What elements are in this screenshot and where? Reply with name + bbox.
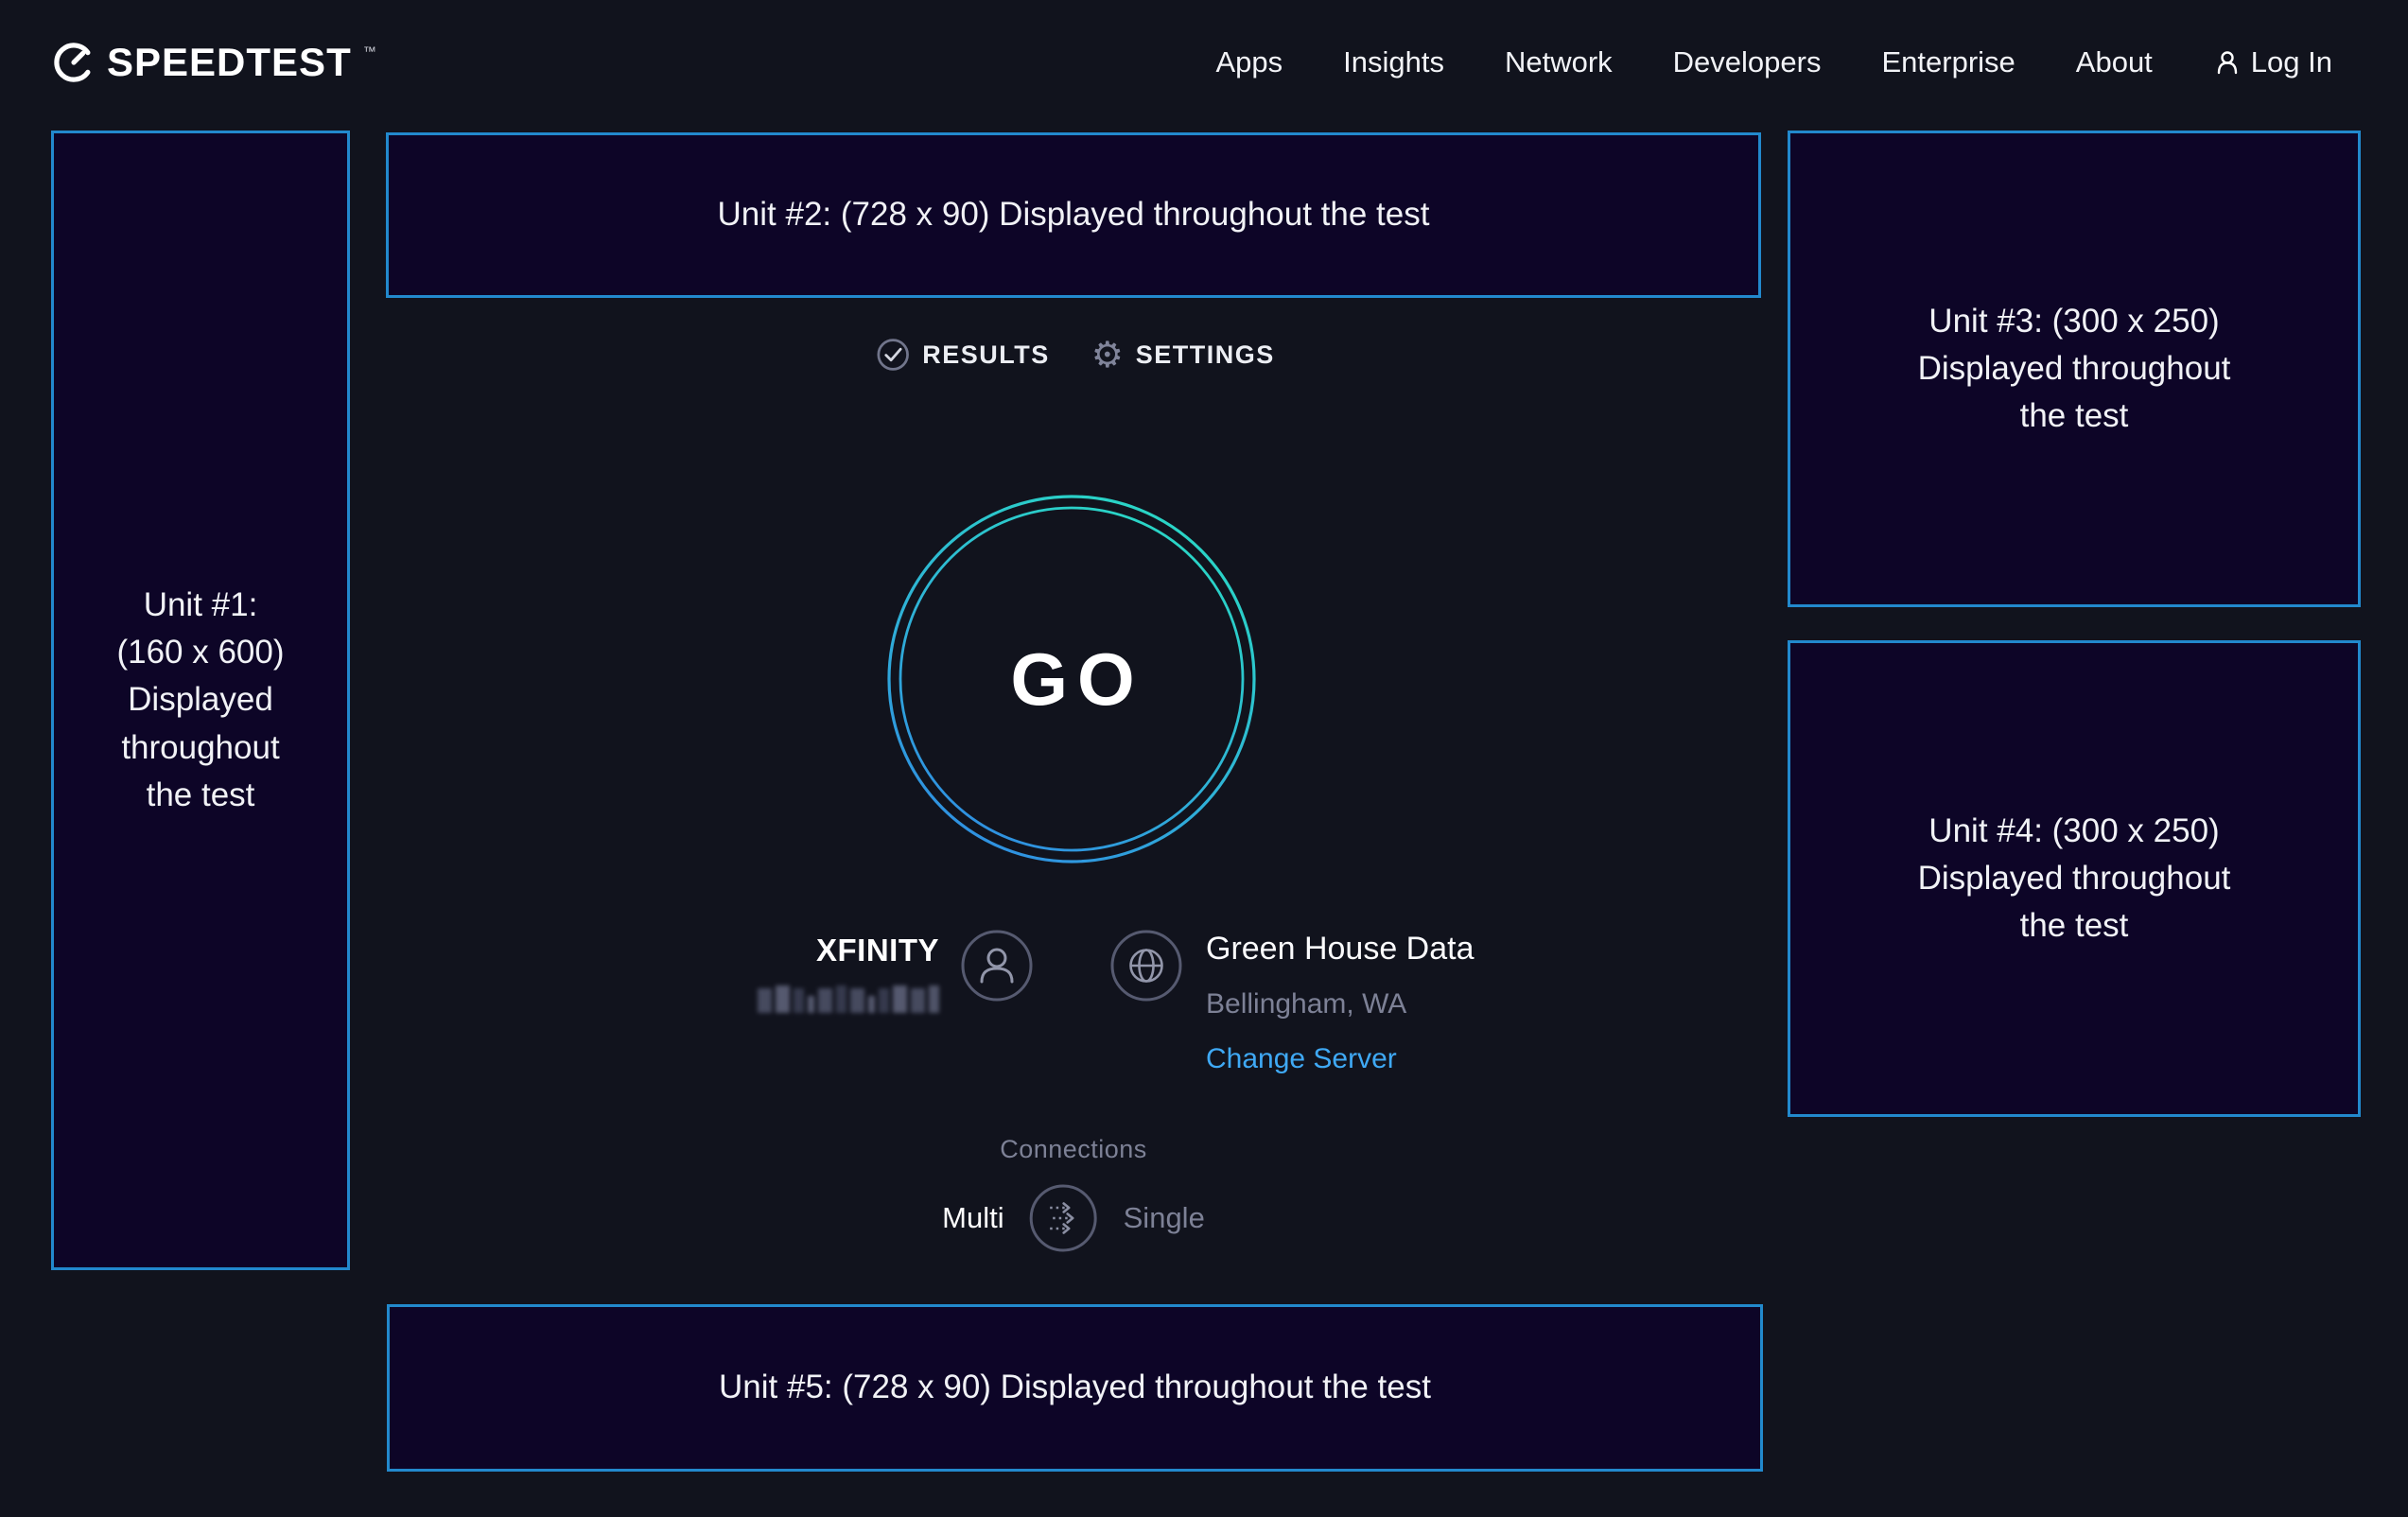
ad-unit-4-text: Unit #4: (300 x 250) Displayed throughou… — [1918, 808, 2231, 950]
gear-icon: ⚙ — [1091, 337, 1124, 373]
logo-text: SPEEDTEST — [107, 42, 352, 83]
connections-title: Connections — [1000, 1135, 1147, 1164]
nav-developers[interactable]: Developers — [1673, 45, 1822, 79]
server-location: Bellingham, WA — [1206, 988, 1474, 1020]
login-link[interactable]: Log In — [2213, 45, 2332, 79]
logo[interactable]: SPEEDTEST ™ — [52, 42, 376, 83]
isp-name: XFINITY — [816, 933, 939, 968]
tab-results-label: RESULTS — [922, 340, 1050, 370]
ad-unit-1-text: Unit #1: (160 x 600) Displayed throughou… — [116, 582, 284, 818]
login-label: Log In — [2251, 45, 2332, 79]
ad-unit-3-text: Unit #3: (300 x 250) Displayed throughou… — [1918, 298, 2231, 440]
globe-icon[interactable] — [1109, 929, 1183, 1003]
tab-settings-label: SETTINGS — [1136, 340, 1275, 370]
nav-insights[interactable]: Insights — [1343, 45, 1444, 79]
change-server-link[interactable]: Change Server — [1206, 1043, 1474, 1075]
tab-results[interactable]: RESULTS — [876, 338, 1050, 372]
speedometer-icon — [52, 42, 96, 83]
go-button-label: GO — [882, 490, 1261, 868]
connections-single-label[interactable]: Single — [1124, 1201, 1205, 1235]
speedtest-page: SPEEDTEST ™ Apps Insights Network Develo… — [0, 0, 2408, 1517]
check-circle-icon — [876, 338, 910, 372]
server-block: Green House Data Bellingham, WA Change S… — [1109, 929, 1474, 1075]
tab-settings[interactable]: ⚙ SETTINGS — [1091, 337, 1275, 373]
ad-unit-5-leaderboard: Unit #5: (728 x 90) Displayed throughout… — [387, 1304, 1763, 1472]
ad-unit-4-rectangle: Unit #4: (300 x 250) Displayed throughou… — [1788, 640, 2361, 1117]
nav-about[interactable]: About — [2076, 45, 2153, 79]
nav-enterprise[interactable]: Enterprise — [1881, 45, 2015, 79]
ad-unit-3-rectangle: Unit #3: (300 x 250) Displayed throughou… — [1788, 131, 2361, 607]
connections-block: Connections Multi Single — [942, 1135, 1205, 1253]
ad-unit-1-skyscraper: Unit #1: (160 x 600) Displayed throughou… — [51, 131, 350, 1270]
ad-unit-2-leaderboard: Unit #2: (728 x 90) Displayed throughout… — [386, 132, 1761, 298]
person-icon — [2213, 48, 2242, 77]
ad-unit-5-text: Unit #5: (728 x 90) Displayed throughout… — [719, 1364, 1431, 1411]
nav-network[interactable]: Network — [1505, 45, 1613, 79]
isp-block: XFINITY — [758, 929, 1034, 1013]
ad-unit-2-text: Unit #2: (728 x 90) Displayed throughout… — [718, 191, 1430, 238]
multi-connection-icon[interactable] — [1029, 1183, 1099, 1253]
ip-address-redacted — [758, 985, 939, 1013]
tab-bar: RESULTS ⚙ SETTINGS — [876, 337, 1275, 373]
server-name: Green House Data — [1206, 931, 1474, 968]
logo-trademark: ™ — [363, 44, 376, 59]
header: SPEEDTEST ™ Apps Insights Network Develo… — [0, 0, 2408, 125]
person-icon[interactable] — [960, 929, 1034, 1003]
connections-multi-label[interactable]: Multi — [942, 1201, 1003, 1235]
main-nav: Apps Insights Network Developers Enterpr… — [1215, 45, 2332, 79]
go-button[interactable]: GO — [882, 490, 1261, 868]
nav-apps[interactable]: Apps — [1215, 45, 1283, 79]
